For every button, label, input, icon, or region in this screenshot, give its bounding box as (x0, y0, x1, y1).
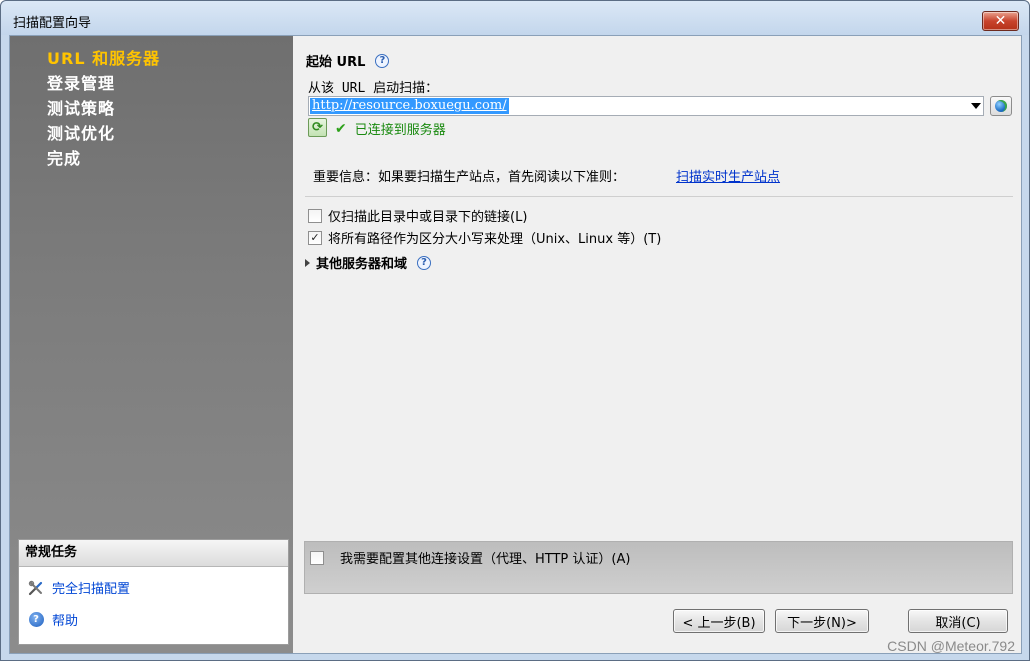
scan-subdir-checkbox[interactable] (308, 208, 322, 223)
close-button[interactable]: ✕ (982, 11, 1019, 31)
expand-arrow-icon (305, 258, 310, 267)
section-title-text: 起始 URL (306, 55, 366, 70)
start-url-combobox[interactable]: http://resource.boxuegu.com/ (308, 96, 984, 116)
option-scan-subdir-row[interactable]: 仅扫描此目录中或目录下的链接(L) (308, 206, 527, 225)
section-title: 起始 URL ? (306, 51, 390, 70)
other-servers-expander[interactable]: 其他服务器和域 ? (305, 253, 432, 272)
wizard-sidebar: URL 和服务器 登录管理 测试策略 测试优化 完成 常规任务 完全扫描配置 ?… (10, 36, 293, 653)
chevron-down-icon[interactable] (971, 103, 981, 109)
option-case-sensitive-row[interactable]: ✓ 将所有路径作为区分大小写来处理（Unix、Linux 等）(T) (308, 228, 661, 247)
reconnect-button[interactable]: ⟳ (308, 118, 327, 137)
extra-connection-row[interactable]: 我需要配置其他连接设置（代理、HTTP 认证）(A) (310, 548, 630, 567)
step-test-policy[interactable]: 测试策略 (47, 96, 160, 121)
help-label: 帮助 (52, 614, 79, 629)
step-finish[interactable]: 完成 (47, 146, 160, 171)
case-sensitive-checkbox[interactable]: ✓ (308, 230, 322, 245)
extra-connection-panel: 我需要配置其他连接设置（代理、HTTP 认证）(A) (304, 541, 1013, 594)
step-test-optimization[interactable]: 测试优化 (47, 121, 160, 146)
window-title: 扫描配置向导 (13, 16, 92, 31)
extra-connection-label: 我需要配置其他连接设置（代理、HTTP 认证）(A) (340, 552, 631, 567)
tools-icon (28, 580, 44, 596)
browse-url-button[interactable] (990, 96, 1012, 116)
scan-live-site-link[interactable]: 扫描实时生产站点 (676, 166, 780, 185)
title-bar: 扫描配置向导 ✕ (1, 1, 1029, 35)
scan-subdir-label: 仅扫描此目录中或目录下的链接(L) (328, 210, 528, 225)
important-info-text: 重要信息：如果要扫描生产站点，首先阅读以下准则： (313, 170, 626, 185)
common-tasks-header: 常规任务 (19, 540, 288, 567)
other-servers-label: 其他服务器和域 (316, 257, 408, 272)
back-button[interactable]: < 上一步(B) (673, 609, 765, 633)
step-url-and-server[interactable]: URL 和服务器 (47, 46, 160, 71)
help-icon: ? (28, 612, 44, 628)
watermark: CSDN @Meteor.792 (887, 638, 1015, 654)
check-icon: ✔ (335, 120, 347, 137)
divider (305, 196, 1013, 197)
wizard-client-area: URL 和服务器 登录管理 测试策略 测试优化 完成 常规任务 完全扫描配置 ?… (9, 35, 1022, 654)
wizard-steps: URL 和服务器 登录管理 测试策略 测试优化 完成 (47, 46, 160, 171)
full-scan-config-label: 完全扫描配置 (52, 582, 131, 597)
start-url-value[interactable]: http://resource.boxuegu.com/ (310, 98, 509, 114)
help-link[interactable]: ? 帮助 (28, 610, 78, 629)
other-servers-help-icon[interactable]: ? (417, 255, 432, 270)
step-login-management[interactable]: 登录管理 (47, 71, 160, 96)
extra-connection-checkbox[interactable] (310, 550, 324, 565)
connection-status-text: 已连接到服务器 (354, 123, 446, 138)
connection-status: ✔ 已连接到服务器 (335, 119, 446, 139)
refresh-icon: ⟳ (312, 120, 323, 135)
wizard-window: 扫描配置向导 ✕ URL 和服务器 登录管理 测试策略 测试优化 完成 常规任务 (0, 0, 1030, 661)
close-icon: ✕ (994, 13, 1007, 29)
start-url-label: 从该 URL 启动扫描： (308, 81, 439, 96)
globe-icon (995, 100, 1007, 112)
cancel-button[interactable]: 取消(C) (908, 609, 1008, 633)
next-button[interactable]: 下一步(N)> (775, 609, 869, 633)
wizard-main: 起始 URL ? 从该 URL 启动扫描： http://resource.bo… (293, 36, 1021, 653)
full-scan-config-link[interactable]: 完全扫描配置 (28, 578, 130, 597)
start-url-help-icon[interactable]: ? (375, 53, 390, 68)
common-tasks-panel: 常规任务 完全扫描配置 ? 帮助 (18, 539, 289, 645)
case-sensitive-label: 将所有路径作为区分大小写来处理（Unix、Linux 等）(T) (328, 232, 662, 247)
